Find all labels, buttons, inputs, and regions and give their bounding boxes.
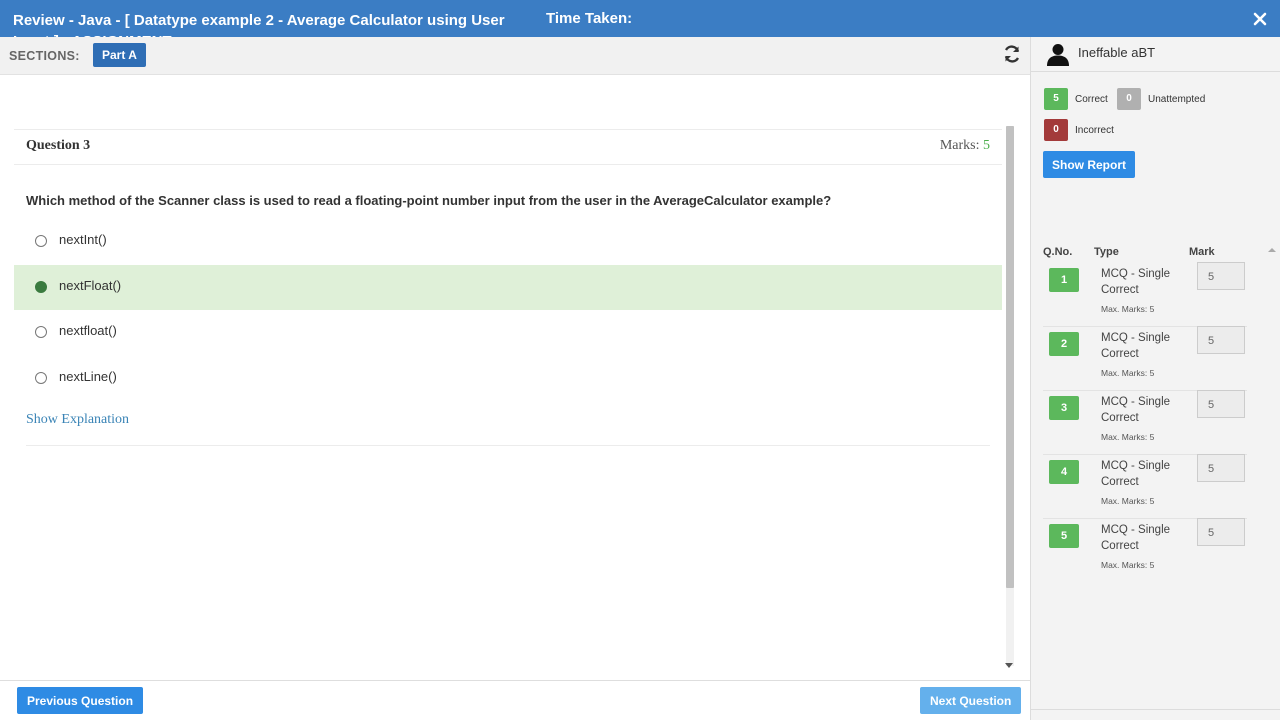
question-header: Question 3 Marks: 5 <box>14 129 1002 165</box>
max-marks: Max. Marks: 5 <box>1101 304 1155 314</box>
question-type: MCQ - Single Correct <box>1101 332 1171 360</box>
mark-field: 5 <box>1197 454 1245 482</box>
option-2-selected[interactable]: nextFloat() <box>14 265 1002 310</box>
radio-button-selected[interactable] <box>35 281 47 293</box>
mark-field: 5 <box>1197 262 1245 290</box>
max-marks: Max. Marks: 5 <box>1101 496 1155 506</box>
right-panel: Ineffable aBT 5 Correct 0 Unattempted 0 … <box>1030 37 1280 720</box>
question-row-1[interactable]: 1 MCQ - Single Correct Max. Marks: 5 5 <box>1043 262 1247 327</box>
scroll-down-arrow-icon[interactable] <box>1005 663 1013 668</box>
question-number-badge[interactable]: 1 <box>1049 268 1079 292</box>
sections-label: SECTIONS: <box>9 49 80 63</box>
option-4[interactable]: nextLine() <box>14 356 1002 401</box>
max-marks: Max. Marks: 5 <box>1101 368 1155 378</box>
main-scrollbar[interactable] <box>1003 126 1016 676</box>
refresh-icon[interactable] <box>1002 44 1022 64</box>
radio-button[interactable] <box>35 235 47 247</box>
show-explanation-link[interactable]: Show Explanation <box>26 412 129 428</box>
unattempted-label: Unattempted <box>1148 94 1206 105</box>
column-header-qno: Q.No. <box>1043 246 1073 258</box>
title-bar: Review - Java - [ Datatype example 2 - A… <box>0 0 1280 37</box>
question-number-badge[interactable]: 2 <box>1049 332 1079 356</box>
question-card: Question 3 Marks: 5 Which method of the … <box>14 129 1002 447</box>
question-marks: Marks: 5 <box>940 138 990 154</box>
correct-label: Correct <box>1075 94 1108 105</box>
option-label: nextfloat() <box>59 323 117 338</box>
question-row-2[interactable]: 2 MCQ - Single Correct Max. Marks: 5 5 <box>1043 326 1247 391</box>
incorrect-count-badge: 0 <box>1044 119 1068 141</box>
max-marks: Max. Marks: 5 <box>1101 560 1155 570</box>
mark-field: 5 <box>1197 390 1245 418</box>
incorrect-label: Incorrect <box>1075 125 1114 136</box>
unattempted-count-badge: 0 <box>1117 88 1141 110</box>
divider <box>1031 709 1280 710</box>
scroll-thumb[interactable] <box>1006 126 1014 588</box>
question-text: Which method of the Scanner class is use… <box>26 193 832 208</box>
radio-button[interactable] <box>35 326 47 338</box>
option-label: nextFloat() <box>59 278 122 293</box>
max-marks: Max. Marks: 5 <box>1101 432 1155 442</box>
option-label: nextInt() <box>59 232 107 247</box>
review-title: Review - Java - [ Datatype example 2 - A… <box>13 12 505 37</box>
radio-button[interactable] <box>35 372 47 384</box>
user-row: Ineffable aBT <box>1031 37 1280 72</box>
column-header-mark: Mark <box>1189 246 1215 258</box>
show-report-button[interactable]: Show Report <box>1043 151 1135 178</box>
question-number-badge[interactable]: 4 <box>1049 460 1079 484</box>
correct-count-badge: 5 <box>1044 88 1068 110</box>
question-type: MCQ - Single Correct <box>1101 268 1171 296</box>
question-number: Question 3 <box>26 138 91 153</box>
next-question-button[interactable]: Next Question <box>920 687 1022 714</box>
bottom-nav-bar: Previous Question Next Question <box>0 680 1030 721</box>
mark-field: 5 <box>1197 518 1245 546</box>
previous-question-button[interactable]: Previous Question <box>17 687 144 714</box>
option-1[interactable]: nextInt() <box>14 219 1002 264</box>
close-icon[interactable] <box>1253 12 1267 26</box>
user-icon <box>1047 44 1069 66</box>
option-label: nextLine() <box>59 369 117 384</box>
question-number-badge[interactable]: 3 <box>1049 396 1079 420</box>
question-row-5[interactable]: 5 MCQ - Single Correct Max. Marks: 5 5 <box>1043 518 1247 582</box>
question-row-4[interactable]: 4 MCQ - Single Correct Max. Marks: 5 5 <box>1043 454 1247 519</box>
time-taken-label: Time Taken: <box>546 10 633 27</box>
mark-field: 5 <box>1197 326 1245 354</box>
section-tab-part-a[interactable]: Part A <box>93 43 146 67</box>
question-number-badge[interactable]: 5 <box>1049 524 1079 548</box>
scroll-up-arrow-icon[interactable] <box>1268 248 1276 252</box>
question-type: MCQ - Single Correct <box>1101 524 1171 552</box>
marks-label: Marks: <box>939 138 980 153</box>
divider <box>26 445 990 446</box>
user-name: Ineffable aBT <box>1078 45 1156 60</box>
marks-value: 5 <box>983 138 990 153</box>
question-type: MCQ - Single Correct <box>1101 396 1171 424</box>
column-header-type: Type <box>1094 246 1119 258</box>
sections-bar: SECTIONS: Part A <box>0 37 1030 75</box>
question-row-3[interactable]: 3 MCQ - Single Correct Max. Marks: 5 5 <box>1043 390 1247 455</box>
option-3[interactable]: nextfloat() <box>14 310 1002 355</box>
question-type: MCQ - Single Correct <box>1101 460 1171 488</box>
